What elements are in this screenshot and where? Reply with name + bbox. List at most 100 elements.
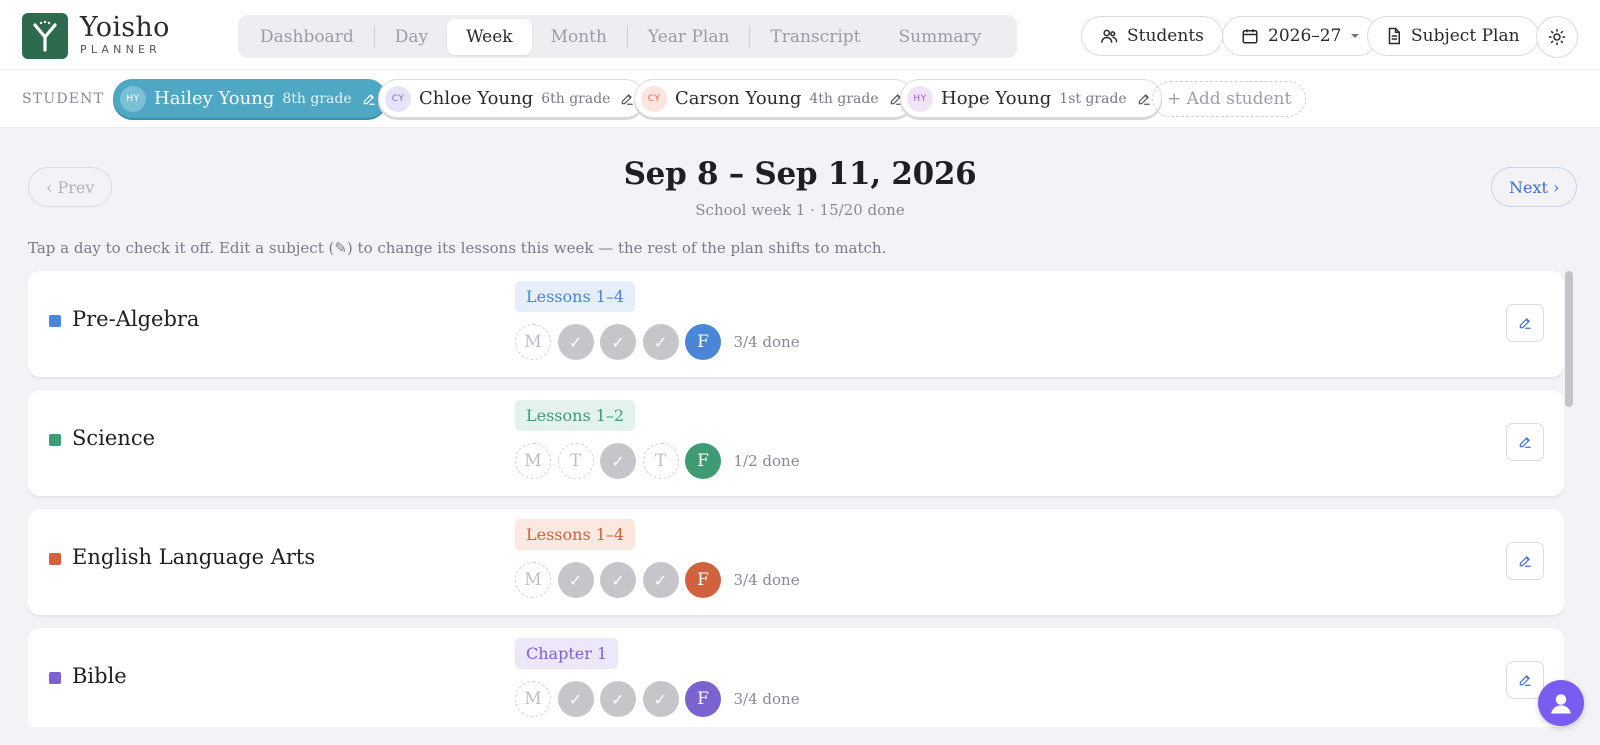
lesson-range-tag: Chapter 1 (515, 638, 619, 669)
day-toggle-wed[interactable]: ✓ (600, 562, 636, 598)
pencil-icon (1519, 318, 1531, 329)
student-grade: 1st grade (1059, 90, 1127, 107)
add-student-button[interactable]: + Add student (1152, 81, 1307, 117)
pencil-icon (1519, 675, 1531, 686)
subject-name: English Language Arts (72, 545, 316, 569)
day-toggle-fri[interactable]: F (685, 443, 721, 479)
day-toggle-mon[interactable]: M (515, 443, 551, 479)
tab-day[interactable]: Day (376, 19, 447, 55)
tab-summary[interactable]: Summary (879, 19, 1000, 55)
school-year-label: 2026–27 (1268, 26, 1342, 46)
subject-card-english-language-arts: English Language Arts Lessons 1–4 M ✓ ✓ … (28, 509, 1564, 615)
instructions-text: Tap a day to check it off. Edit a subjec… (28, 239, 887, 257)
calendar-icon (1242, 29, 1258, 44)
pencil-icon[interactable] (620, 92, 634, 106)
top-bar: Yoisho PLANNER Dashboard Day Week Month … (0, 0, 1600, 70)
subject-card-pre-algebra: Pre-Algebra Lessons 1–4 M ✓ ✓ ✓ F 3/4 do… (28, 271, 1564, 377)
subject-plan-button[interactable]: Subject Plan (1367, 16, 1539, 56)
theme-toggle-button[interactable] (1536, 16, 1578, 58)
yoisho-logo-icon[interactable] (22, 13, 68, 59)
day-toggle-thu[interactable]: T (642, 443, 679, 479)
done-count: 3/4 done (733, 571, 800, 589)
pencil-icon[interactable] (1137, 92, 1151, 106)
avatar: CY (641, 85, 667, 112)
subject-name: Bible (72, 664, 127, 688)
day-toggle-tue[interactable]: ✓ (557, 324, 594, 360)
done-count: 1/2 done (733, 452, 800, 470)
pencil-icon (1519, 556, 1531, 567)
brand-name: Yoisho (80, 12, 170, 43)
subject-card-bible: Bible Chapter 1 M ✓ ✓ ✓ F 3/4 done (28, 628, 1564, 727)
sun-icon (1548, 28, 1566, 46)
tab-dashboard[interactable]: Dashboard (241, 19, 373, 55)
done-count: 3/4 done (733, 333, 800, 351)
view-tabs: Dashboard Day Week Month Year Plan Trans… (238, 15, 1017, 58)
day-checklist: M ✓ ✓ ✓ F 3/4 done (515, 562, 800, 598)
subject-plan-label: Subject Plan (1411, 26, 1520, 46)
subject-name: Science (72, 426, 156, 450)
day-toggle-mon[interactable]: M (515, 562, 551, 598)
avatar: CY (385, 85, 411, 112)
students-button-label: Students (1127, 26, 1204, 46)
student-grade: 4th grade (809, 90, 879, 107)
tab-divider (626, 25, 628, 48)
pencil-icon[interactable] (362, 92, 376, 106)
student-chip-hope[interactable]: HY Hope Young 1st grade (900, 79, 1162, 118)
student-chip-carson[interactable]: CY Carson Young 4th grade (634, 79, 914, 118)
pencil-icon (1519, 437, 1531, 448)
avatar: HY (907, 85, 933, 112)
tab-year-plan[interactable]: Year Plan (629, 19, 748, 55)
students-button[interactable]: Students (1081, 16, 1223, 56)
subject-color-dot (49, 434, 61, 446)
day-toggle-thu[interactable]: ✓ (642, 562, 679, 598)
tab-month[interactable]: Month (532, 19, 626, 55)
student-name: Hope Young (941, 88, 1052, 109)
school-year-select[interactable]: 2026–27 (1222, 16, 1379, 56)
student-name: Carson Young (675, 88, 802, 109)
day-toggle-thu[interactable]: ✓ (642, 324, 679, 360)
day-checklist: M ✓ ✓ ✓ F 3/4 done (515, 324, 800, 360)
day-toggle-fri[interactable]: F (685, 681, 721, 717)
student-grade: 6th grade (541, 90, 611, 107)
avatar: HY (120, 85, 146, 112)
lesson-range-tag: Lessons 1–4 (515, 281, 636, 312)
day-toggle-fri[interactable]: F (685, 324, 721, 360)
student-name: Hailey Young (154, 88, 275, 109)
lesson-range-tag: Lessons 1–4 (515, 519, 636, 550)
day-toggle-mon[interactable]: M (515, 324, 551, 360)
day-checklist: M ✓ ✓ ✓ F 3/4 done (515, 681, 800, 717)
tab-transcript[interactable]: Transcript (751, 19, 879, 55)
day-toggle-wed[interactable]: ✓ (600, 443, 636, 479)
edit-subject-button[interactable] (1506, 542, 1544, 580)
next-week-button[interactable]: Next › (1491, 167, 1578, 207)
day-toggle-tue[interactable]: ✓ (557, 562, 594, 598)
week-subtitle: School week 1 · 15/20 done (695, 201, 905, 219)
document-icon (1388, 27, 1400, 45)
student-grade: 8th grade (282, 90, 352, 107)
day-toggle-tue[interactable]: ✓ (557, 681, 594, 717)
subject-name: Pre-Algebra (72, 307, 200, 331)
help-chat-button[interactable] (1538, 680, 1584, 726)
edit-subject-button[interactable] (1506, 304, 1544, 342)
day-toggle-thu[interactable]: ✓ (642, 681, 679, 717)
day-toggle-fri[interactable]: F (685, 562, 721, 598)
student-chip-hailey[interactable]: HY Hailey Young 8th grade (113, 79, 387, 118)
subject-color-dot (49, 315, 61, 327)
tab-week[interactable]: Week (447, 18, 532, 55)
day-toggle-tue[interactable]: T (557, 443, 594, 479)
brand: Yoisho PLANNER (80, 12, 170, 57)
tab-divider (749, 25, 751, 48)
student-label: STUDENT (22, 91, 105, 107)
day-toggle-mon[interactable]: M (515, 681, 551, 717)
scrollbar[interactable] (1565, 271, 1573, 407)
edit-subject-button[interactable] (1506, 423, 1544, 461)
day-toggle-wed[interactable]: ✓ (600, 681, 636, 717)
user-icon (1551, 694, 1571, 714)
day-toggle-wed[interactable]: ✓ (600, 324, 636, 360)
subject-list: Pre-Algebra Lessons 1–4 M ✓ ✓ ✓ F 3/4 do… (28, 271, 1564, 727)
subject-color-dot (49, 672, 61, 684)
subject-card-science: Science Lessons 1–2 M T ✓ T F 1/2 done (28, 390, 1564, 496)
student-chip-chloe[interactable]: CY Chloe Young 6th grade (378, 79, 646, 118)
edit-subject-button[interactable] (1506, 661, 1544, 699)
week-title: Sep 8 – Sep 11, 2026 (623, 156, 977, 192)
